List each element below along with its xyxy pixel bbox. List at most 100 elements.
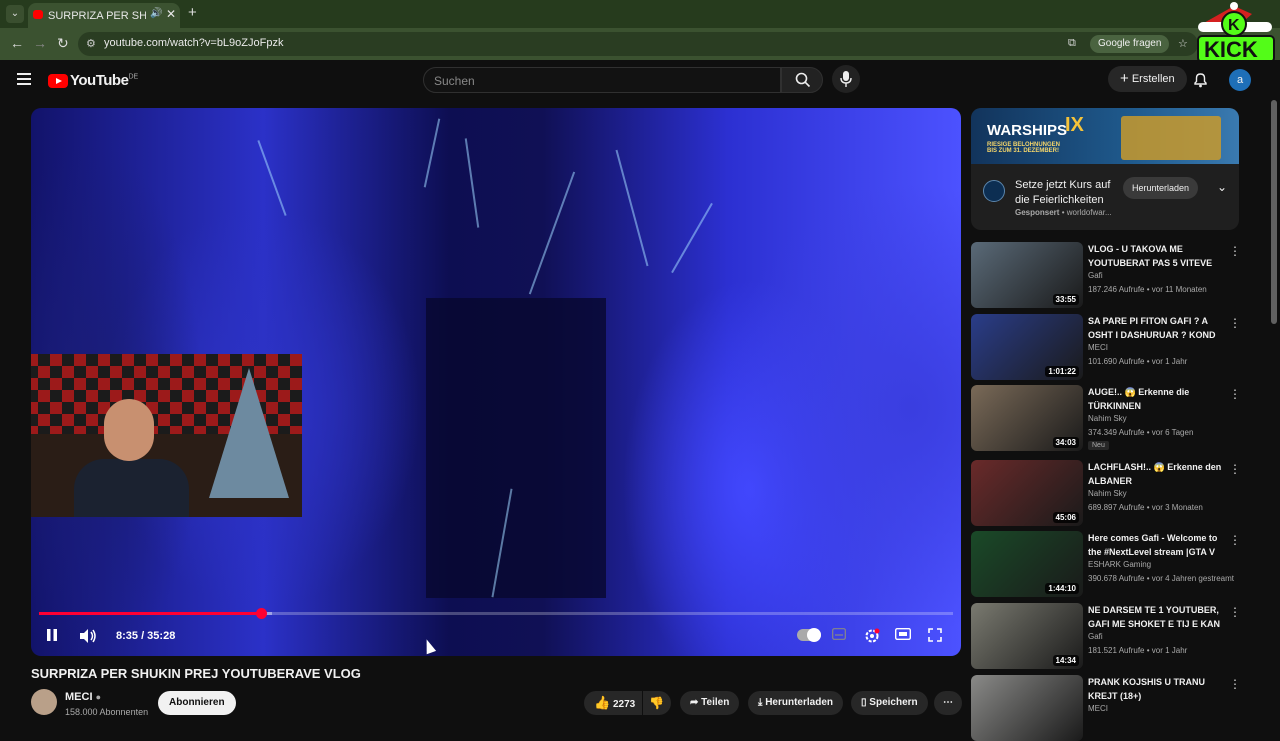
recommendation-title[interactable]: Here comes Gafi - Welcome to the #NextLe… xyxy=(1088,531,1224,559)
ad-banner-image[interactable]: WARSHIPS RIESIGE BELOHNUNGEN BIS ZUM 31.… xyxy=(971,108,1239,164)
recommendation-item[interactable]: 34:03 AUGE!.. 😱 Erkenne die TÜRKINNEN Nahi… xyxy=(971,385,1241,451)
tab-title: SURPRIZA PER SHUKIN PRE xyxy=(48,10,146,22)
close-icon[interactable]: ✕ xyxy=(166,7,176,21)
like-button[interactable]: 👍 2273 xyxy=(584,691,642,715)
volume-icon[interactable] xyxy=(79,628,97,644)
video-player[interactable]: 8:35 / 35:28 xyxy=(31,108,961,656)
progress-bar[interactable] xyxy=(39,608,953,619)
recommendation-title[interactable]: PRANK KOJSHIS U TRANU KREJT (18+) xyxy=(1088,675,1224,703)
video-thumbnail[interactable]: 45:06 xyxy=(971,460,1083,526)
recommendation-channel[interactable]: Nahim Sky xyxy=(1088,414,1127,423)
more-options-icon[interactable]: ⋮ xyxy=(1229,387,1241,401)
bookmark-star-icon[interactable]: ☆ xyxy=(1178,37,1188,50)
subscriber-count: 158.000 Abonnenten xyxy=(65,707,149,717)
channel-name[interactable]: MECI ● xyxy=(65,691,101,703)
back-icon[interactable]: ← xyxy=(10,35,24,51)
recommendation-item[interactable]: 14:34 NE DARSEM TE 1 YOUTUBER, GAFI ME SH… xyxy=(971,603,1241,669)
url-text[interactable]: youtube.com/watch?v=bL9oZJoFpzk xyxy=(104,37,283,49)
video-thumbnail[interactable] xyxy=(971,675,1083,741)
video-thumbnail[interactable]: 14:34 xyxy=(971,603,1083,669)
video-thumbnail[interactable]: 1:01:22 xyxy=(971,314,1083,380)
video-duration: 1:01:22 xyxy=(1045,366,1079,377)
share-button[interactable]: ➦ Teilen xyxy=(680,691,740,715)
recommendation-title[interactable]: AUGE!.. 😱 Erkenne die TÜRKINNEN xyxy=(1088,385,1224,413)
recommendation-item[interactable]: 1:01:22 SA PARE PI FITON GAFI ? A OSHT I … xyxy=(971,314,1241,380)
create-button[interactable]: + Erstellen xyxy=(1108,66,1187,92)
advertiser-logo[interactable] xyxy=(983,180,1005,202)
channel-name-text[interactable]: MECI xyxy=(65,691,93,703)
speaker-icon[interactable]: 🔊 xyxy=(150,8,162,19)
browser-tab[interactable]: SURPRIZA PER SHUKIN PRE 🔊 ✕ xyxy=(28,3,180,28)
share-label: Teilen xyxy=(701,697,730,708)
plus-icon: + xyxy=(1120,70,1129,87)
more-options-icon[interactable]: ⋮ xyxy=(1229,533,1241,547)
more-options-icon[interactable]: ⋮ xyxy=(1229,677,1241,691)
recommendation-item[interactable]: 1:44:10 Here comes Gafi - Welcome to the … xyxy=(971,531,1241,597)
forward-icon[interactable]: → xyxy=(33,35,47,51)
install-icon[interactable]: ⧉ xyxy=(1068,37,1076,50)
miniplayer-icon[interactable] xyxy=(895,628,911,640)
recommendation-item[interactable]: PRANK KOJSHIS U TRANU KREJT (18+) MECI ⋮ xyxy=(971,675,1241,741)
new-tab-icon[interactable]: + xyxy=(188,4,197,21)
url-field[interactable]: ⚙ youtube.com/watch?v=bL9oZJoFpzk ⧉ Goog… xyxy=(78,32,1198,56)
recommendation-channel[interactable]: Gafi xyxy=(1088,271,1103,280)
recommendation-item[interactable]: 45:06 LACHFLASH!.. 😱 Erkenne den ALBANER N… xyxy=(971,460,1241,526)
recommendation-title[interactable]: NE DARSEM TE 1 YOUTUBER, GAFI ME SHOKET … xyxy=(1088,603,1224,631)
video-thumbnail[interactable]: 34:03 xyxy=(971,385,1083,451)
advertiser-name: worldofwar... xyxy=(1066,208,1112,217)
recommendation-channel[interactable]: Nahim Sky xyxy=(1088,489,1127,498)
recommendation-channel[interactable]: Gafi xyxy=(1088,632,1103,641)
more-options-icon[interactable]: ⋮ xyxy=(1229,462,1241,476)
more-icon: ⋯ xyxy=(943,697,953,708)
download-button[interactable]: ⤓ Herunterladen xyxy=(748,691,843,715)
subtitles-icon[interactable] xyxy=(832,628,846,640)
ad-headline[interactable]: Setze jetzt Kurs auf die Feierlichkeiten xyxy=(1015,178,1115,208)
search-icon xyxy=(795,72,811,88)
recommendation-channel[interactable]: MECI xyxy=(1088,704,1108,713)
recommendation-meta: 187.246 Aufrufe • vor 11 Monaten xyxy=(1088,285,1207,294)
recommendation-title[interactable]: LACHFLASH!.. 😱 Erkenne den ALBANER xyxy=(1088,460,1224,488)
menu-icon[interactable] xyxy=(17,73,31,85)
subscribe-button[interactable]: Abonnieren xyxy=(158,691,236,715)
video-shadow xyxy=(426,298,606,598)
video-duration: 14:34 xyxy=(1052,655,1079,666)
more-actions-button[interactable]: ⋯ xyxy=(934,691,962,715)
recommendation-title[interactable]: SA PARE PI FITON GAFI ? A OSHT I DASHURU… xyxy=(1088,314,1224,342)
recommendation-channel[interactable]: MECI xyxy=(1088,343,1108,352)
more-options-icon[interactable]: ⋮ xyxy=(1229,605,1241,619)
save-button[interactable]: ▯ Speichern xyxy=(851,691,928,715)
site-info-icon[interactable]: ⚙ xyxy=(86,37,96,50)
page-scrollbar[interactable] xyxy=(1271,100,1277,324)
dislike-button[interactable]: 👎 xyxy=(643,691,671,715)
reload-icon[interactable]: ↻ xyxy=(57,35,69,52)
video-duration: 34:03 xyxy=(1052,437,1079,448)
channel-avatar[interactable] xyxy=(31,689,57,715)
pause-icon[interactable] xyxy=(46,628,58,642)
account-avatar[interactable]: a xyxy=(1229,69,1251,91)
youtube-play-icon xyxy=(48,73,68,88)
autoplay-toggle[interactable] xyxy=(797,628,821,642)
tab-search-icon[interactable]: ⌄ xyxy=(6,5,24,23)
video-thumbnail[interactable]: 1:44:10 xyxy=(971,531,1083,597)
search-button[interactable] xyxy=(781,67,823,93)
recommendation-item[interactable]: 33:55 VLOG - U TAKOVA ME YOUTUBERAT PAS 5… xyxy=(971,242,1241,308)
video-thumbnail[interactable]: 33:55 xyxy=(971,242,1083,308)
voice-search-button[interactable] xyxy=(832,65,860,93)
ad-brand: WARSHIPS xyxy=(987,122,1068,139)
fullscreen-icon[interactable] xyxy=(928,628,942,642)
recommendation-channel[interactable]: ESHARK Gaming xyxy=(1088,560,1151,569)
notifications-bell-icon[interactable] xyxy=(1193,72,1208,88)
settings-gear-icon[interactable] xyxy=(864,628,880,644)
time-display: 8:35 / 35:28 xyxy=(116,630,176,642)
search-input[interactable]: Suchen xyxy=(423,67,781,93)
youtube-logo[interactable]: YouTubeDE xyxy=(48,72,138,90)
ad-download-button[interactable]: Herunterladen xyxy=(1123,177,1199,199)
google-ask-button[interactable]: Google fragen xyxy=(1090,35,1170,53)
light-streak xyxy=(528,171,576,295)
sponsored-ad[interactable]: WARSHIPS RIESIGE BELOHNUNGEN BIS ZUM 31.… xyxy=(971,108,1239,230)
recommendation-title[interactable]: VLOG - U TAKOVA ME YOUTUBERAT PAS 5 VITE… xyxy=(1088,242,1224,270)
scrub-handle[interactable] xyxy=(256,608,268,619)
more-options-icon[interactable]: ⋮ xyxy=(1229,316,1241,330)
more-options-icon[interactable]: ⋮ xyxy=(1229,244,1241,258)
chevron-down-icon[interactable]: ⌄ xyxy=(1217,180,1227,194)
